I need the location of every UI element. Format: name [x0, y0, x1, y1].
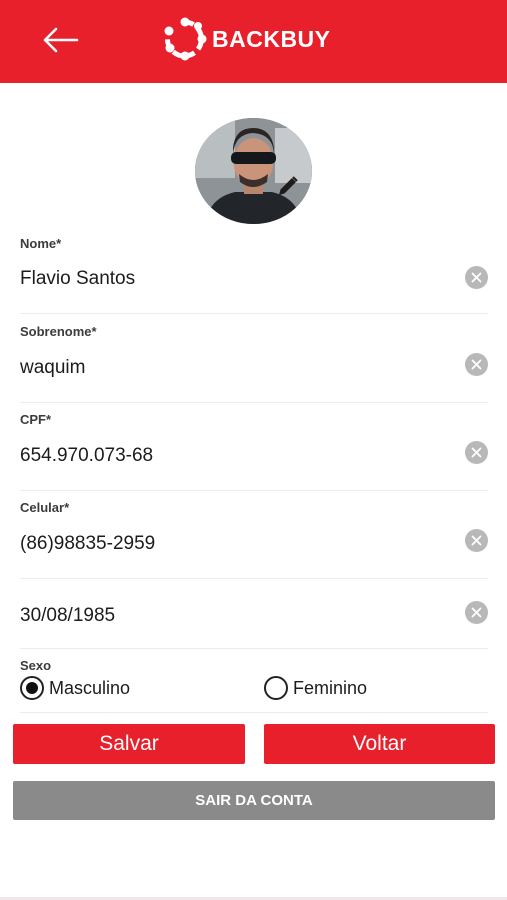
- birthdate-input[interactable]: 30/08/1985: [20, 605, 115, 627]
- back-button[interactable]: [38, 20, 82, 60]
- celular-input[interactable]: (86)98835-2959: [20, 533, 155, 555]
- sobrenome-field: Sobrenome* waquim: [20, 319, 488, 403]
- radio-feminino-label: Feminino: [293, 677, 368, 698]
- celular-clear-button[interactable]: [465, 529, 488, 552]
- brand-logo: BACKBUY: [160, 16, 331, 62]
- radio-masculino-label: Masculino: [49, 677, 131, 698]
- clear-x-icon: [471, 359, 482, 370]
- sobrenome-clear-button[interactable]: [465, 353, 488, 376]
- radio-feminino-indicator[interactable]: [264, 676, 288, 700]
- cpf-clear-button[interactable]: [465, 441, 488, 464]
- radio-masculino-indicator[interactable]: [20, 676, 44, 700]
- app-header: BACKBUY: [0, 0, 507, 83]
- avatar: [195, 118, 312, 224]
- sexo-label: Sexo: [20, 658, 52, 673]
- celular-label: Celular*: [20, 500, 70, 515]
- profile-avatar[interactable]: [195, 118, 312, 224]
- clear-x-icon: [471, 447, 482, 458]
- nome-label: Nome*: [20, 236, 62, 251]
- logout-button[interactable]: SAIR DA CONTA: [13, 781, 495, 820]
- cpf-input[interactable]: 654.970.073-68: [20, 445, 153, 467]
- divider: [20, 712, 488, 713]
- radio-feminino[interactable]: Feminino: [264, 676, 367, 700]
- nome-clear-button[interactable]: [465, 266, 488, 289]
- radio-masculino[interactable]: Masculino: [20, 676, 130, 700]
- logo-circle-icon: [164, 17, 207, 61]
- nome-input[interactable]: Flavio Santos: [20, 268, 135, 290]
- user-photo: [195, 118, 312, 224]
- sobrenome-input[interactable]: waquim: [20, 357, 85, 379]
- clear-x-icon: [471, 272, 482, 283]
- save-button[interactable]: Salvar: [13, 724, 245, 764]
- back-action-button[interactable]: Voltar: [264, 724, 495, 764]
- nome-field: Nome* Flavio Santos: [20, 232, 488, 314]
- brand-name: BACKBUY: [212, 25, 331, 52]
- arrow-left-icon: [43, 27, 79, 53]
- celular-field: Celular* (86)98835-2959: [20, 495, 488, 579]
- clear-x-icon: [471, 535, 482, 546]
- sobrenome-label: Sobrenome*: [20, 324, 97, 339]
- cpf-field: CPF* 654.970.073-68: [20, 407, 488, 491]
- birthdate-clear-button[interactable]: [465, 601, 488, 624]
- pencil-icon[interactable]: [276, 174, 300, 198]
- cpf-label: CPF*: [20, 412, 52, 427]
- clear-x-icon: [471, 607, 482, 618]
- birthdate-field: 30/08/1985: [20, 583, 488, 649]
